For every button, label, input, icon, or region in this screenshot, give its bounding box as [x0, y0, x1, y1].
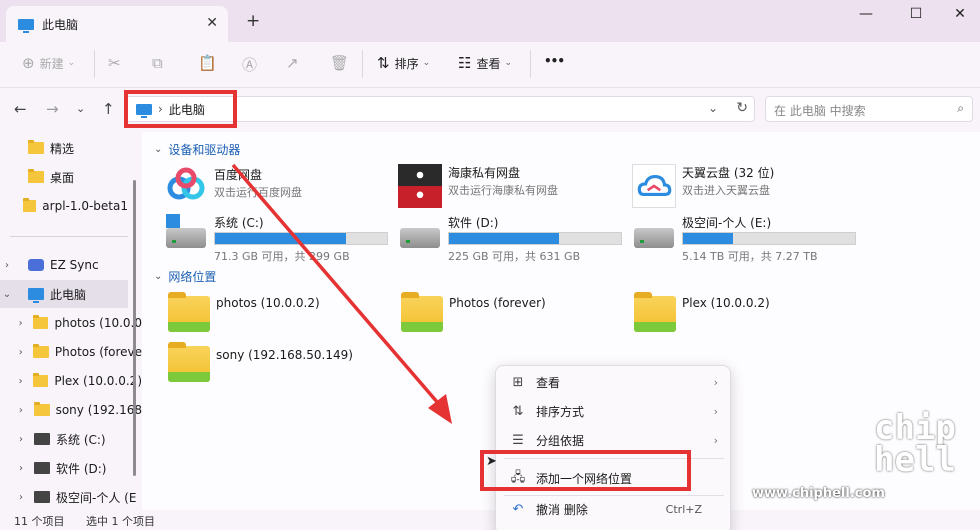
- undo-icon: ↶: [512, 502, 524, 517]
- menu-item-sort-by[interactable]: ⇅ 排序方式 ›: [496, 397, 732, 426]
- mouse-cursor-icon: ➤: [486, 454, 497, 469]
- highlight-box: [480, 450, 691, 491]
- shortcut-label: Ctrl+Z: [665, 503, 702, 516]
- menu-item-undo-delete[interactable]: ↶ 撤消 删除 Ctrl+Z: [496, 495, 732, 524]
- menu-item-label: 撤消 删除: [536, 503, 588, 517]
- chevron-right-icon: ›: [713, 376, 718, 389]
- menu-item-view[interactable]: ⊞ 查看 ›: [496, 368, 732, 397]
- chiphell-logo: chip hell: [874, 408, 956, 480]
- group-list-icon: ☰: [512, 433, 524, 448]
- menu-item-label: 排序方式: [536, 405, 585, 419]
- chevron-right-icon: ›: [713, 405, 718, 418]
- context-menu: ⊞ 查看 › ⇅ 排序方式 › ☰ 分组依据 › 🖧 添加一个网络位置 ↶ 撤消…: [495, 365, 731, 530]
- grid-view-icon: ⊞: [512, 375, 524, 390]
- chevron-right-icon: ›: [713, 434, 718, 447]
- file-explorer-window: 此电脑 ✕ + — ☐ ✕ ⊕ 新建 ⌄ ✂ ⧉ 📋 Ⓐ ↗ 🗑 ⇅ 排序 ⌄ …: [0, 0, 980, 530]
- sort-arrows-icon: ⇅: [512, 404, 524, 419]
- menu-item-label: 查看: [536, 376, 561, 390]
- site-watermark: www.chiphell.com: [752, 486, 885, 501]
- menu-item-label: 分组依据: [536, 434, 585, 448]
